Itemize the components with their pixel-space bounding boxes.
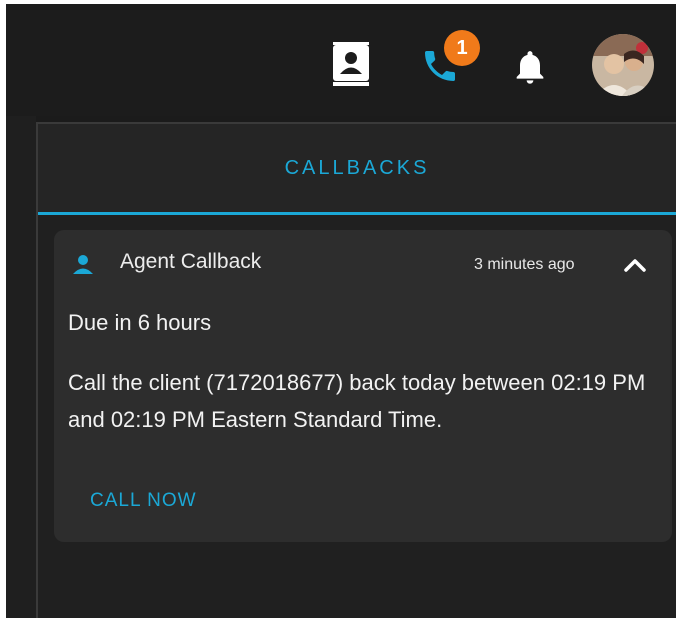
- callback-type-label: Agent Callback: [120, 250, 262, 273]
- callback-card-header: Agent Callback 3 minutes ago: [54, 230, 672, 294]
- collapse-button[interactable]: [620, 252, 650, 278]
- callbacks-tab[interactable]: CALLBACKS: [38, 124, 676, 215]
- notification-count-badge: 1: [444, 30, 480, 66]
- notifications-button[interactable]: [508, 44, 552, 90]
- call-now-button[interactable]: CALL NOW: [90, 490, 197, 512]
- contacts-button[interactable]: [330, 40, 372, 88]
- contacts-book-icon: [333, 42, 369, 86]
- due-text: Due in 6 hours: [68, 310, 212, 335]
- callback-message: Call the client (7172018677) back today …: [68, 370, 646, 432]
- app-window: 1 CALLBACKS Agent Callback 3 minutes ago…: [6, 4, 676, 618]
- user-avatar[interactable]: [592, 34, 654, 96]
- chevron-up-icon: [624, 259, 646, 272]
- callback-card: Agent Callback 3 minutes ago Due in 6 ho…: [54, 230, 672, 542]
- callback-timestamp: 3 minutes ago: [474, 256, 575, 273]
- callbacks-panel: CALLBACKS Agent Callback 3 minutes ago D…: [36, 122, 676, 618]
- panel-title: CALLBACKS: [284, 156, 430, 179]
- bell-icon: [516, 51, 544, 84]
- avatar-photo: [592, 34, 654, 96]
- top-bar: 1: [6, 4, 676, 116]
- left-panel-edge: [6, 116, 36, 618]
- person-icon: [73, 255, 93, 274]
